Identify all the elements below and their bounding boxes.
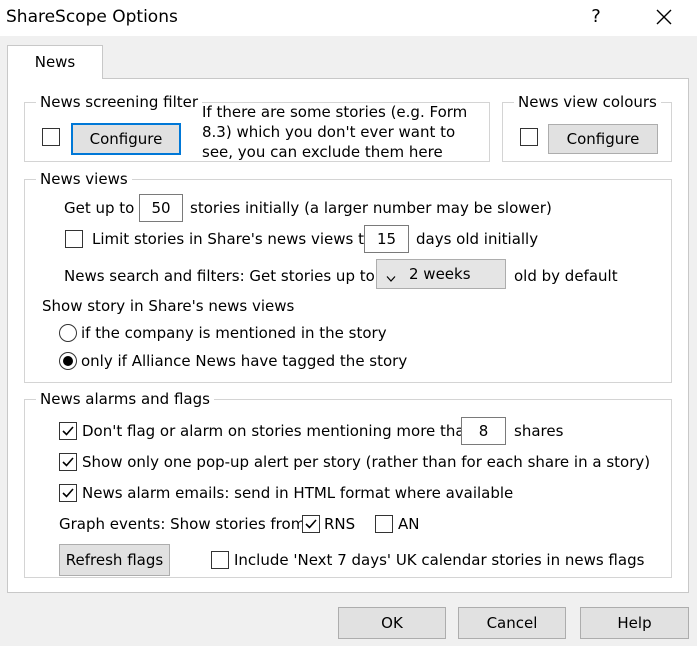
next7-checkbox[interactable] <box>211 551 229 569</box>
radio-alliance-tagged-label: only if Alliance News have tagged the st… <box>81 352 408 370</box>
an-checkbox[interactable] <box>375 515 393 533</box>
days-old-suffix: days old initially <box>416 230 539 248</box>
tab-news[interactable]: News <box>7 45 103 79</box>
graph-events-label: Graph events: Show stories from <box>59 515 306 533</box>
period-suffix-label: old by default <box>514 267 618 285</box>
window-title: ShareScope Options <box>6 7 178 27</box>
screening-description-line1: If there are some stories (e.g. Form <box>202 103 468 121</box>
cancel-button[interactable]: Cancel <box>458 607 566 639</box>
alarms-flags-legend: News alarms and flags <box>36 390 214 408</box>
radio-company-mentioned-label: if the company is mentioned in the story <box>81 324 387 342</box>
radio-selected-dot <box>63 356 73 366</box>
html-email-checkbox[interactable] <box>59 484 77 502</box>
screening-filter-legend: News screening filter <box>36 93 203 111</box>
view-colours-legend: News view colours <box>514 93 661 111</box>
rns-checkbox[interactable] <box>302 515 320 533</box>
screening-configure-button[interactable]: Configure <box>71 123 181 155</box>
view-colours-configure-button[interactable]: Configure <box>548 124 658 154</box>
period-dropdown-value: 2 weeks <box>409 265 471 283</box>
radio-alliance-tagged[interactable] <box>59 352 77 370</box>
refresh-flags-button[interactable]: Refresh flags <box>59 544 170 576</box>
one-popup-checkbox[interactable] <box>59 453 77 471</box>
dont-flag-label: Don't flag or alarm on stories mentionin… <box>82 422 475 440</box>
help-button[interactable]: Help <box>580 607 689 639</box>
one-popup-label: Show only one pop-up alert per story (ra… <box>82 453 651 471</box>
screening-description-line2: 8.3) which you don't ever want to <box>202 123 456 141</box>
checkmark-icon <box>62 457 74 467</box>
screening-filter-checkbox[interactable] <box>42 128 60 146</box>
limit-stories-checkbox[interactable] <box>65 230 83 248</box>
dont-flag-checkbox[interactable] <box>59 422 77 440</box>
get-up-to-label: Get up to <box>64 199 135 217</box>
radio-company-mentioned[interactable] <box>59 324 77 342</box>
search-filters-label: News search and filters: Get stories up … <box>64 267 375 285</box>
days-old-input[interactable]: 15 <box>364 225 409 253</box>
shares-suffix-label: shares <box>514 422 564 440</box>
help-question-icon[interactable]: ? <box>588 5 604 29</box>
chevron-down-icon <box>386 269 396 287</box>
close-icon[interactable] <box>653 6 675 28</box>
limit-stories-label: Limit stories in Share's news views to <box>92 230 374 248</box>
stories-suffix-label: stories initially (a larger number may b… <box>190 199 552 217</box>
view-colours-checkbox[interactable] <box>520 128 538 146</box>
checkmark-icon <box>305 519 317 529</box>
period-dropdown[interactable]: 2 weeks <box>376 259 506 289</box>
ok-button[interactable]: OK <box>338 607 446 639</box>
next7-label: Include 'Next 7 days' UK calendar storie… <box>234 551 645 569</box>
checkmark-icon <box>62 426 74 436</box>
news-views-legend: News views <box>36 170 132 188</box>
an-label: AN <box>398 515 420 533</box>
stories-count-input[interactable]: 50 <box>139 194 183 222</box>
html-email-label: News alarm emails: send in HTML format w… <box>82 484 514 502</box>
screening-description-line3: see, you can exclude them here <box>202 143 443 161</box>
checkmark-icon <box>62 488 74 498</box>
rns-label: RNS <box>324 515 356 533</box>
shares-count-input[interactable]: 8 <box>461 417 506 445</box>
show-story-label: Show story in Share's news views <box>42 297 295 315</box>
